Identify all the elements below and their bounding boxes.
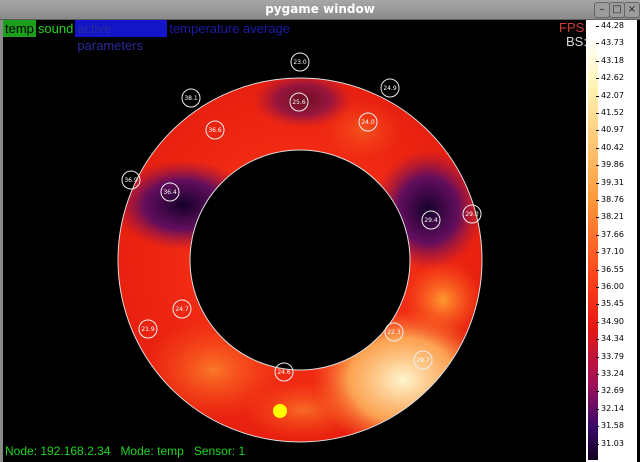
legend-tick-label: 31.03 [601, 438, 624, 448]
status-sensor: Sensor: 1 [193, 444, 246, 458]
status-mode: Mode: temp [120, 444, 184, 458]
legend-tick-label: 35.45 [601, 299, 624, 309]
status-node: Node: 192.168.2.34 [5, 444, 111, 458]
legend-tick: 42.62 [596, 73, 637, 83]
legend-tick-label: 33.79 [601, 351, 624, 361]
close-icon[interactable]: × [624, 2, 640, 18]
tab-active-parameters[interactable]: active parameters [75, 20, 168, 53]
sensor-marker[interactable]: 23.0 [290, 52, 310, 72]
legend-tick-label: 38.21 [601, 212, 624, 222]
legend-tick: 43.18 [596, 55, 637, 65]
sensor-label: 24.9 [383, 85, 397, 92]
legend-tick: 40.97 [596, 125, 637, 135]
sensor-label: 36.9 [124, 177, 138, 184]
legend-tick-label: 33.24 [601, 369, 624, 378]
legend-tick: 38.21 [596, 212, 637, 222]
sensor-label: 22.3 [387, 329, 401, 336]
legend-tick-label: 34.34 [601, 334, 624, 344]
legend-tick-label: 32.14 [601, 403, 624, 413]
legend-tick-label: 39.31 [601, 177, 624, 187]
legend-tick-label: 41.52 [601, 108, 624, 117]
legend-tick: 38.76 [596, 195, 637, 204]
legend-tick-label: 42.62 [601, 73, 624, 83]
sensor-label: 38.1 [184, 95, 198, 102]
legend-tick-label: 34.90 [601, 316, 624, 326]
legend-tick-label: 38.76 [601, 195, 624, 204]
sensor-label: 24.7 [175, 306, 189, 313]
sensor-label: 29.7 [416, 357, 430, 364]
legend-tick: 42.07 [596, 90, 637, 100]
tab-temp[interactable]: temp [3, 20, 36, 37]
sensor-label: 36.6 [208, 127, 222, 134]
legend-tick: 41.52 [596, 108, 637, 117]
legend-tick: 37.66 [596, 229, 637, 239]
legend-tick-label: 36.00 [601, 282, 624, 291]
title-bar[interactable]: pygame window – □ × [0, 0, 640, 20]
legend-tick-label: 32.69 [601, 386, 624, 396]
sensor-marker[interactable]: 38.1 [181, 88, 201, 108]
legend-tick: 32.14 [596, 403, 637, 413]
color-scale-legend: 44.28 43.73 43.18 42.62 42.07 41.52 40.97 40.42… [586, 20, 637, 462]
sensor-label: 24.0 [361, 119, 375, 126]
legend-tick: 34.34 [596, 334, 637, 344]
mode-tabs: temp sound active parameters temperature… [3, 20, 293, 53]
selected-sensor-dot[interactable] [273, 404, 287, 418]
sensor-label: 21.9 [141, 326, 155, 333]
legend-tick: 36.55 [596, 264, 637, 274]
legend-tick: 32.69 [596, 386, 637, 396]
legend-tick-label: 40.42 [601, 142, 624, 152]
sensor-label: 29.4 [424, 217, 438, 224]
legend-tick-label: 36.55 [601, 264, 624, 274]
legend-tick: 31.58 [596, 421, 637, 431]
sensor-label: 36.4 [163, 189, 177, 196]
legend-tick: 33.79 [596, 351, 637, 361]
legend-tick: 35.45 [596, 299, 637, 309]
legend-tick: 43.73 [596, 38, 637, 48]
legend-tick-label: 43.18 [601, 55, 624, 65]
sensor-label: 23.0 [293, 59, 307, 66]
legend-tick-label: 40.97 [601, 125, 624, 135]
minimize-icon[interactable]: – [594, 2, 610, 18]
legend-tick-label: 43.73 [601, 38, 624, 48]
legend-tick-label: 42.07 [601, 90, 624, 100]
legend-tick-label: 39.86 [601, 160, 624, 170]
legend-tick: 39.31 [596, 177, 637, 187]
sensor-label: 29.0 [465, 211, 479, 218]
maximize-icon[interactable]: □ [609, 2, 625, 18]
tab-sound[interactable]: sound [35, 20, 76, 37]
tab-temperature-average[interactable]: temperature average [167, 20, 293, 37]
legend-tick-label: 44.28 [601, 21, 624, 30]
sensor-marker[interactable]: 24.9 [380, 78, 400, 98]
legend-tick-label: 37.66 [601, 229, 624, 239]
legend-tick: 33.24 [596, 369, 637, 378]
legend-tick: 39.86 [596, 160, 637, 170]
window-title: pygame window [265, 2, 375, 16]
legend-tick-label: 37.10 [601, 247, 624, 257]
sensor-label: 25.6 [292, 99, 306, 106]
legend-tick-label: 31.58 [601, 421, 624, 431]
legend-tick: 31.03 [596, 438, 637, 448]
sensor-label: 24.6 [277, 369, 291, 376]
legend-tick: 44.28 [596, 21, 637, 30]
pygame-window: pygame window – □ × 23.0 38.1 24.9 25.6 … [0, 0, 640, 462]
legend-tick: 34.90 [596, 316, 637, 326]
legend-tick: 36.00 [596, 282, 637, 291]
heatmap-ring: 23.0 38.1 24.9 25.6 36.6 24.0 36.9 36.4 … [113, 52, 493, 450]
status-line: Node: 192.168.2.34 Mode: temp Sensor: 1 [5, 444, 245, 458]
legend-tick: 40.42 [596, 142, 637, 152]
legend-tick: 37.10 [596, 247, 637, 257]
pygame-canvas[interactable]: 23.0 38.1 24.9 25.6 36.6 24.0 36.9 36.4 … [3, 20, 637, 462]
